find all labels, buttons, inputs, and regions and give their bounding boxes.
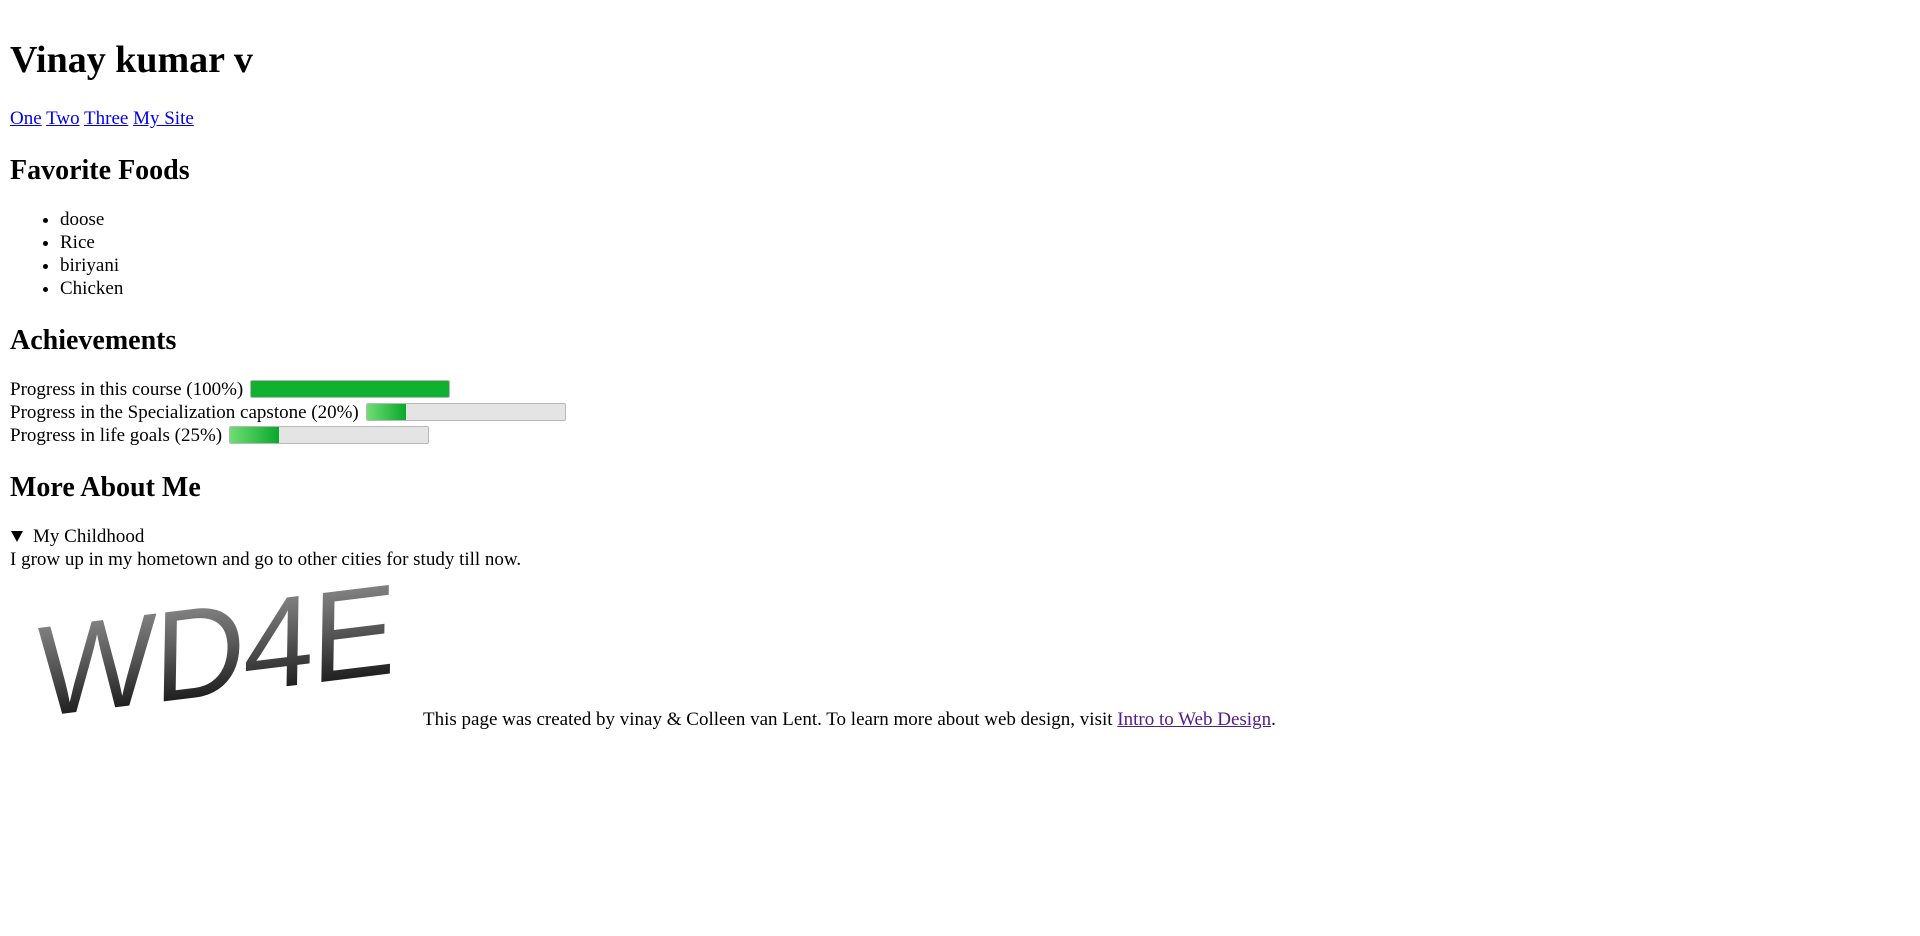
list-item: doose <box>60 208 1910 231</box>
progress-row-life-goals: Progress in life goals (25%) <box>10 424 1910 447</box>
favorite-foods-heading: Favorite Foods <box>10 155 190 186</box>
childhood-summary-label: My Childhood <box>33 526 145 547</box>
progress-row-course: Progress in this course (100%) <box>10 378 1910 401</box>
more-about-me-heading: More About Me <box>10 472 201 503</box>
nav-link-two[interactable]: Two <box>46 108 80 129</box>
progress-bar-fill <box>366 404 407 420</box>
progress-bar <box>365 403 566 421</box>
childhood-summary[interactable]: My Childhood <box>10 525 1910 548</box>
page-title: Vinay kumar v <box>10 39 253 81</box>
progress-bar-fill <box>251 381 449 397</box>
footer-text: This page was created by vinay & Colleen… <box>423 708 1276 731</box>
progress-row-capstone: Progress in the Specialization capstone … <box>10 401 1910 424</box>
nav-link-three[interactable]: Three <box>84 108 128 129</box>
list-item: Chicken <box>60 277 1910 300</box>
footer-period: . <box>1271 709 1276 730</box>
childhood-text: I grow up in my hometown and go to other… <box>10 549 522 570</box>
childhood-details: My Childhood I grow up in my hometown an… <box>10 525 1910 571</box>
main-nav: One Two Three My Site <box>10 107 1910 130</box>
list-item: biriyani <box>60 254 1910 277</box>
progress-bar-fill <box>229 427 280 443</box>
footer: WD4E This page was created by vinay & Co… <box>10 571 1910 741</box>
page: Vinay kumar v One Two Three My Site Favo… <box>0 0 1920 741</box>
intro-to-web-design-link[interactable]: Intro to Web Design <box>1117 709 1271 730</box>
nav-link-my-site[interactable]: My Site <box>133 108 194 129</box>
logo-text: WD4E <box>36 579 396 729</box>
progress-label: Progress in the Specialization capstone … <box>10 402 359 423</box>
disclosure-triangle-icon <box>11 531 23 542</box>
list-item: Rice <box>60 231 1910 254</box>
achievements-list: Progress in this course (100%) Progress … <box>10 378 1910 447</box>
progress-label: Progress in life goals (25%) <box>10 425 223 446</box>
progress-bar <box>228 426 429 444</box>
footer-credit: This page was created by vinay & Colleen… <box>423 709 1118 730</box>
progress-label: Progress in this course (100%) <box>10 379 244 400</box>
favorite-foods-list: doose Rice biriyani Chicken <box>10 208 1910 300</box>
progress-bar <box>250 380 450 398</box>
achievements-heading: Achievements <box>10 325 177 356</box>
wd4e-logo: WD4E <box>36 579 396 729</box>
nav-link-one[interactable]: One <box>10 108 42 129</box>
